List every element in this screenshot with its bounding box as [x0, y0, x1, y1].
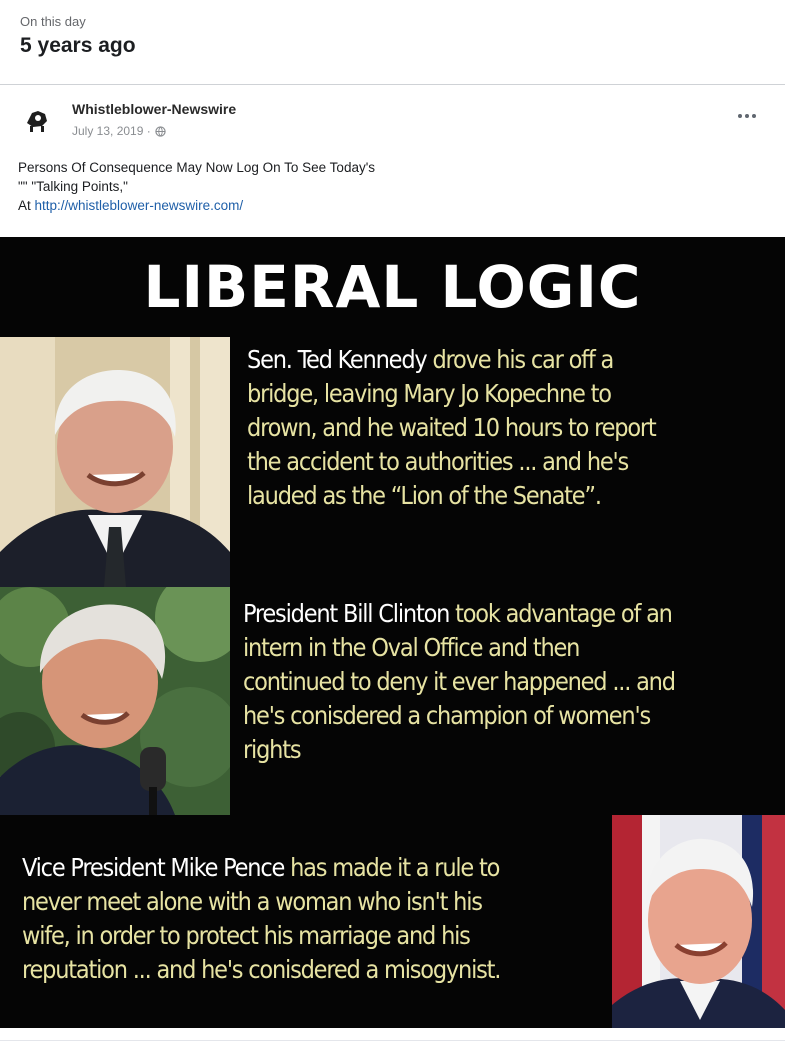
- clinton-text-first: took advantage of an: [449, 599, 673, 628]
- globe-icon: [155, 125, 166, 137]
- pence-text-first: has made it a rule to: [284, 853, 500, 882]
- post-date[interactable]: July 13, 2019 ·: [72, 124, 151, 138]
- meme-image[interactable]: LIBERAL LOGIC Sen. Ted Kennedy drove his…: [0, 237, 785, 1028]
- header-divider: [0, 84, 785, 85]
- memory-title: 5 years ago: [20, 34, 136, 57]
- kennedy-name: Sen. Ted Kennedy: [247, 345, 428, 374]
- kennedy-line: Sen. Ted Kennedy drove his car off a: [247, 343, 656, 377]
- post-text-line: At http://whistleblower-newswire.com/: [18, 196, 758, 215]
- clinton-text: President Bill Clinton took advantage of…: [243, 597, 676, 767]
- pence-name: Vice President Mike Pence: [22, 853, 285, 882]
- kennedy-photo: [0, 337, 230, 587]
- memory-header: On this day 5 years ago: [20, 14, 136, 58]
- kennedy-text: Sen. Ted Kennedy drove his car off a bri…: [247, 343, 657, 513]
- clinton-line: intern in the Oval Office and then: [243, 633, 580, 662]
- clinton-name: President Bill Clinton: [243, 599, 450, 628]
- post-link[interactable]: http://whistleblower-newswire.com/: [35, 198, 244, 213]
- post-text-prefix: At: [18, 198, 35, 213]
- memory-label: On this day: [20, 14, 86, 29]
- kennedy-line: lauded as the “Lion of the Senate”.: [247, 481, 602, 510]
- clinton-line: he's conisdered a champion of women's: [243, 701, 651, 730]
- kennedy-text-first: drove his car off a: [426, 345, 614, 374]
- more-options-button[interactable]: [732, 106, 762, 126]
- pence-photo: [612, 815, 785, 1028]
- more-options-icon: [738, 114, 742, 118]
- clinton-line: continued to deny it ever happened ... a…: [243, 667, 676, 696]
- clinton-photo: [0, 587, 230, 815]
- post-bottom-border: [0, 1040, 785, 1041]
- clinton-line: rights: [243, 735, 302, 764]
- pence-line: wife, in order to protect his marriage a…: [22, 921, 471, 950]
- post-meta: July 13, 2019 ·: [72, 124, 166, 138]
- kennedy-line: drown, and he waited 10 hours to report: [247, 413, 657, 442]
- kennedy-line: the accident to authorities ... and he's: [247, 447, 629, 476]
- post-author[interactable]: Whistleblower-Newswire: [72, 101, 236, 117]
- post-text-line: Persons Of Consequence May Now Log On To…: [18, 160, 376, 175]
- post-text: Persons Of Consequence May Now Log On To…: [18, 158, 758, 215]
- more-dot: [752, 114, 756, 118]
- page-avatar[interactable]: [18, 99, 56, 137]
- post-text-line: "" "Talking Points,": [18, 179, 128, 194]
- meme-title: LIBERAL LOGIC: [143, 253, 642, 321]
- clinton-line: President Bill Clinton took advantage of…: [243, 597, 675, 631]
- more-dot: [745, 114, 749, 118]
- kennedy-line: bridge, leaving Mary Jo Kopechne to: [247, 379, 612, 408]
- whistleblower-logo-icon: [19, 100, 55, 136]
- pence-line: reputation ... and he's conisdered a mis…: [22, 955, 501, 984]
- pence-line: never meet alone with a woman who isn't …: [22, 887, 483, 916]
- pence-line: Vice President Mike Pence has made it a …: [22, 851, 500, 885]
- pence-text: Vice President Mike Pence has made it a …: [22, 851, 501, 987]
